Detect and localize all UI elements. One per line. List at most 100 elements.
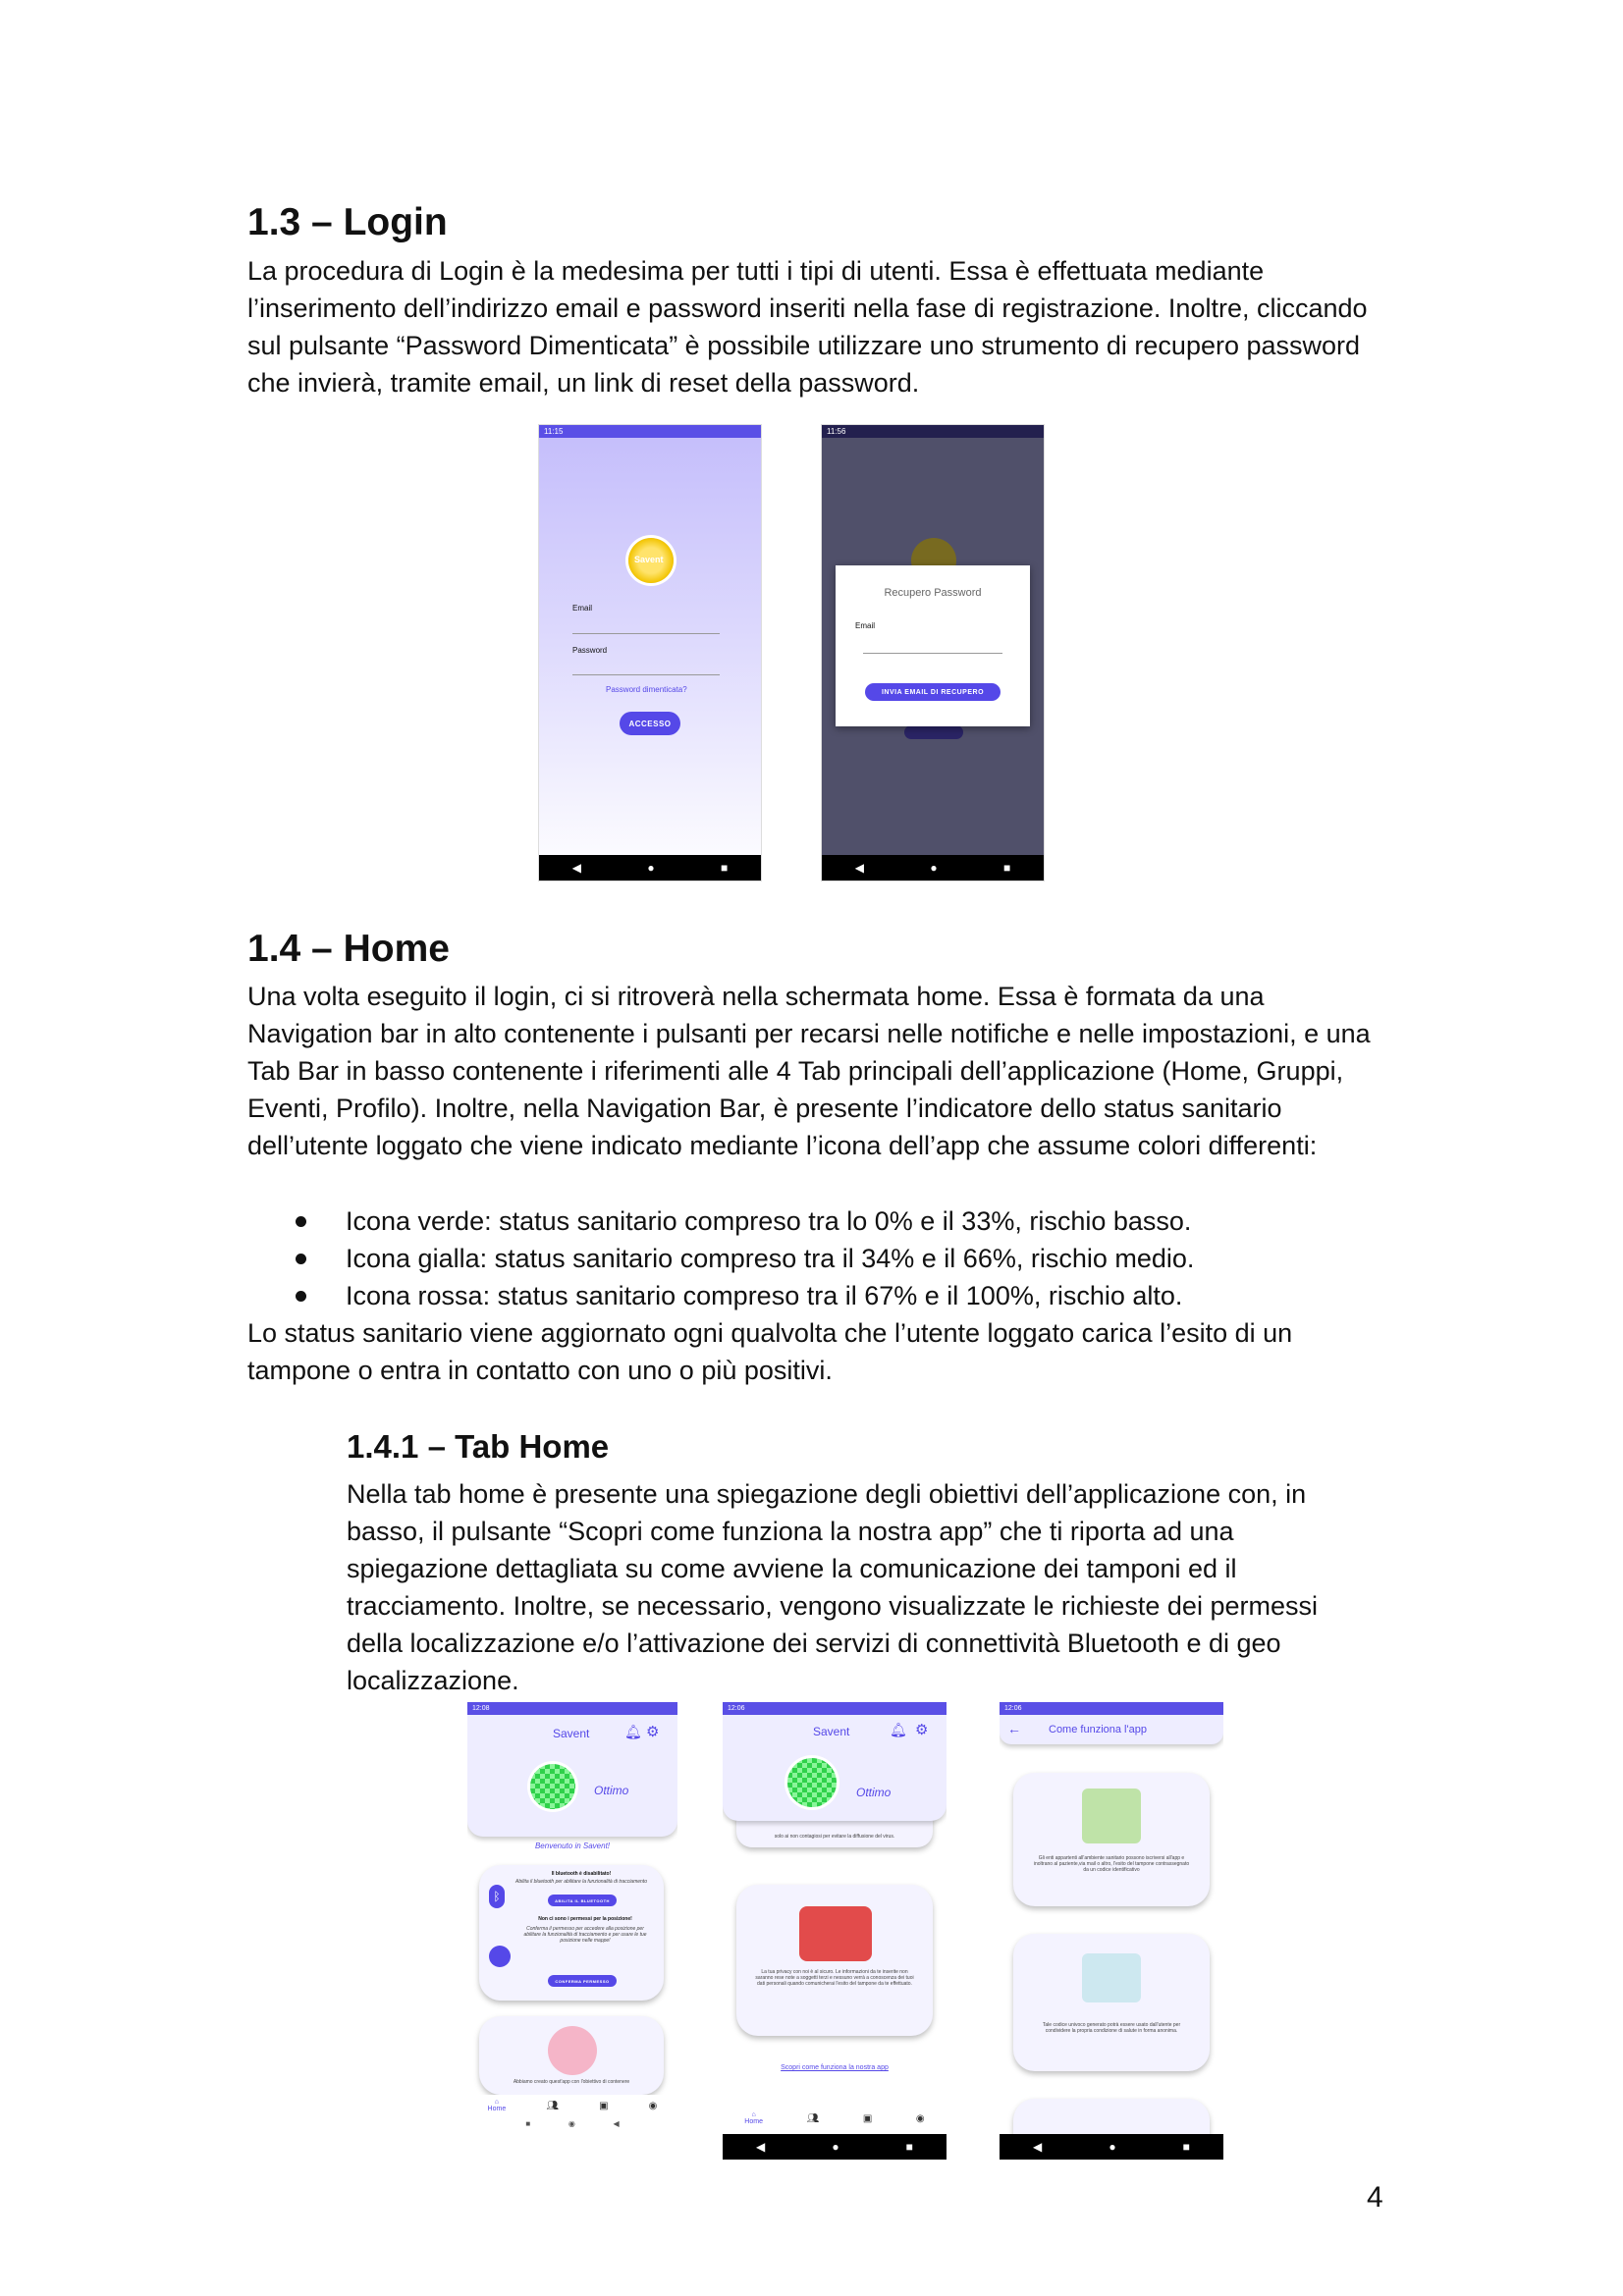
recovery-email-input[interactable]	[863, 653, 1002, 654]
recovery-screenshot: 11:56 Recupero Password Email INVIA EMAI…	[821, 424, 1045, 881]
page-number: 4	[1367, 2181, 1383, 2214]
section-title-tab-home: 1.4.1 – Tab Home	[347, 1428, 610, 1465]
recents-icon[interactable]: ■	[1003, 861, 1010, 875]
status-time: 11:56	[827, 427, 846, 436]
bell-icon[interactable]: 🔔︎	[624, 1724, 642, 1740]
tab-home[interactable]: ⌂ Home	[744, 2111, 763, 2125]
back-icon[interactable]: ◀	[855, 861, 864, 875]
code-illustration	[1082, 1953, 1141, 2002]
scrolled-card-text: solo ai non contagiosi per evitare la di…	[774, 1834, 895, 1840]
step-card-2: Tale codice univoco generato potrà esser…	[1013, 1934, 1210, 2071]
system-nav-bar: ◀ ● ■	[1000, 2134, 1223, 2160]
home-paragraph-2: Lo status sanitario viene aggiornato ogn…	[247, 1318, 1293, 1385]
green-status-icon	[787, 1758, 837, 1807]
login-screenshot: 11:15 Savent Email Password Password dim…	[538, 424, 762, 881]
status-label: Ottimo	[856, 1786, 892, 1799]
tab-groups-icon[interactable]: 👥︎	[546, 2101, 559, 2111]
bullet-yellow: Icona gialla: status sanitario compreso …	[247, 1240, 1377, 1277]
privacy-text: La tua privacy con noi è al sicuro. Le i…	[755, 1969, 914, 1987]
info-card-text: Abbiamo creato quest'app con l'obiettivo…	[513, 2079, 630, 2085]
confirm-permission-button[interactable]: CONFERMA PERMESSO	[548, 1975, 617, 1987]
recovery-dialog: Recupero Password Email INVIA EMAIL DI R…	[836, 565, 1030, 726]
enable-bluetooth-button[interactable]: ABILITA IL BLUETOOTH	[548, 1895, 617, 1906]
status-time: 12:06	[728, 1705, 745, 1712]
top-app-bar: Savent 🔔︎ ⚙ Ottimo	[467, 1715, 677, 1837]
tab-events-icon[interactable]: ▣	[863, 2113, 872, 2124]
recents-icon[interactable]: ■	[1183, 2140, 1190, 2154]
privacy-illustration	[799, 1906, 872, 1961]
access-button[interactable]: ACCESSO	[620, 712, 680, 735]
gear-icon[interactable]: ⚙	[915, 1721, 928, 1738]
system-nav-bar: ■ ◉ ◀	[467, 2119, 677, 2128]
home-circle-icon[interactable]: ●	[1109, 2140, 1115, 2154]
bullet-green: Icona verde: status sanitario compreso t…	[247, 1202, 1377, 1240]
recents-icon[interactable]: ■	[525, 2119, 530, 2128]
bullet-red: Icona rossa: status sanitario compreso t…	[247, 1277, 1377, 1314]
bell-icon[interactable]: 🔔︎	[890, 1722, 907, 1738]
back-icon[interactable]: ◀	[614, 2119, 620, 2128]
home-screenshot-1: 12:08 Savent 🔔︎ ⚙ Ottimo Benvenuto in Sa…	[467, 1702, 677, 2130]
info-card: Abbiamo creato quest'app con l'obiettivo…	[479, 2016, 664, 2095]
screen-title: Come funziona l'app	[1049, 1724, 1147, 1735]
tab-home-paragraph: Nella tab home è presente una spiegazion…	[347, 1479, 1318, 1695]
send-recovery-email-button[interactable]: INVIA EMAIL DI RECUPERO	[865, 683, 1001, 701]
password-input[interactable]	[572, 674, 720, 675]
password-label: Password	[572, 646, 608, 655]
how-it-works-screenshot: 12:06 ← Come funziona l'app Gli enti app…	[1000, 1702, 1223, 2160]
status-time: 12:08	[472, 1705, 490, 1712]
tab-bar: ⌂ Home 👥︎ ▣ ◉	[723, 2107, 947, 2130]
step-card-1-text: Gli enti appartenti all'ambiente sanitar…	[1033, 1855, 1190, 1873]
location-title: Non ci sono i permessi per la posizione!	[538, 1916, 632, 1922]
back-arrow-icon[interactable]: ←	[1007, 1721, 1021, 1736]
privacy-card: La tua privacy con noi è al sicuro. Le i…	[736, 1885, 933, 2036]
home-circle-icon[interactable]: ●	[930, 861, 937, 875]
access-button-dimmed	[904, 725, 963, 739]
login-paragraph: La procedura di Login è la medesima per …	[247, 256, 1368, 398]
top-app-bar: Savent 🔔︎ ⚙ Ottimo	[723, 1715, 947, 1821]
location-pin-icon	[489, 1946, 511, 1967]
tab-groups-icon[interactable]: 👥︎	[807, 2113, 820, 2124]
savent-logo-icon: Savent	[628, 538, 674, 583]
recents-icon[interactable]: ■	[906, 2140, 913, 2154]
back-icon[interactable]: ◀	[1033, 2140, 1042, 2154]
forgot-password-link[interactable]: Password dimenticata?	[606, 685, 687, 694]
step-card-2-text: Tale codice univoco generato potrà esser…	[1042, 2022, 1181, 2034]
back-icon[interactable]: ◀	[572, 861, 581, 875]
system-nav-bar: ◀ ● ■	[822, 855, 1044, 881]
tab-home[interactable]: ⌂ Home	[488, 2099, 507, 2112]
home-circle-icon[interactable]: ◉	[568, 2119, 575, 2128]
tab-bar: ⌂ Home 👥︎ ▣ ◉	[467, 2095, 677, 2116]
email-input[interactable]	[572, 633, 720, 634]
status-time: 11:15	[544, 427, 564, 436]
email-label: Email	[855, 621, 876, 630]
hospital-illustration	[1082, 1789, 1141, 1843]
green-status-icon	[530, 1764, 575, 1809]
recents-icon[interactable]: ■	[721, 861, 728, 875]
bluetooth-title: Il bluetooth è disabilitato!	[551, 1871, 612, 1877]
tab-events-icon[interactable]: ▣	[599, 2101, 608, 2111]
discover-app-link[interactable]: Scopri come funziona la nostra app	[723, 2064, 947, 2071]
top-app-bar: ← Come funziona l'app	[1000, 1715, 1223, 1744]
section-title-home: 1.4 – Home	[247, 928, 450, 970]
gear-icon[interactable]: ⚙	[646, 1723, 659, 1740]
home-paragraph: Una volta eseguito il login, ci si ritro…	[247, 982, 1371, 1160]
location-text: Conferma il permesso per accedere alla p…	[523, 1926, 647, 1944]
back-icon[interactable]: ◀	[756, 2140, 765, 2154]
bluetooth-text: Abilita il bluetooth per abilitare la fu…	[515, 1879, 647, 1885]
permissions-card: ᛒ Il bluetooth è disabilitato! Abilita i…	[479, 1865, 664, 2001]
home-circle-icon[interactable]: ●	[647, 861, 654, 875]
people-illustration	[548, 2026, 597, 2075]
email-label: Email	[572, 604, 593, 613]
welcome-text: Benvenuto in Savent!	[534, 1842, 611, 1850]
app-title: Savent	[553, 1727, 590, 1740]
home-screenshot-2: 12:06 solo ai non contagiosi per evitare…	[723, 1702, 947, 2160]
tab-profile-icon[interactable]: ◉	[916, 2113, 925, 2124]
status-bullet-list: Icona verde: status sanitario compreso t…	[247, 1202, 1377, 1314]
system-nav-bar: ◀ ● ■	[539, 855, 761, 881]
tab-profile-icon[interactable]: ◉	[649, 2101, 658, 2111]
step-card-1: Gli enti appartenti all'ambiente sanitar…	[1013, 1773, 1210, 1906]
bluetooth-icon: ᛒ	[489, 1885, 505, 1908]
system-nav-bar: ◀ ● ■	[723, 2134, 947, 2160]
home-circle-icon[interactable]: ●	[832, 2140, 839, 2154]
status-time: 12:06	[1004, 1705, 1022, 1712]
